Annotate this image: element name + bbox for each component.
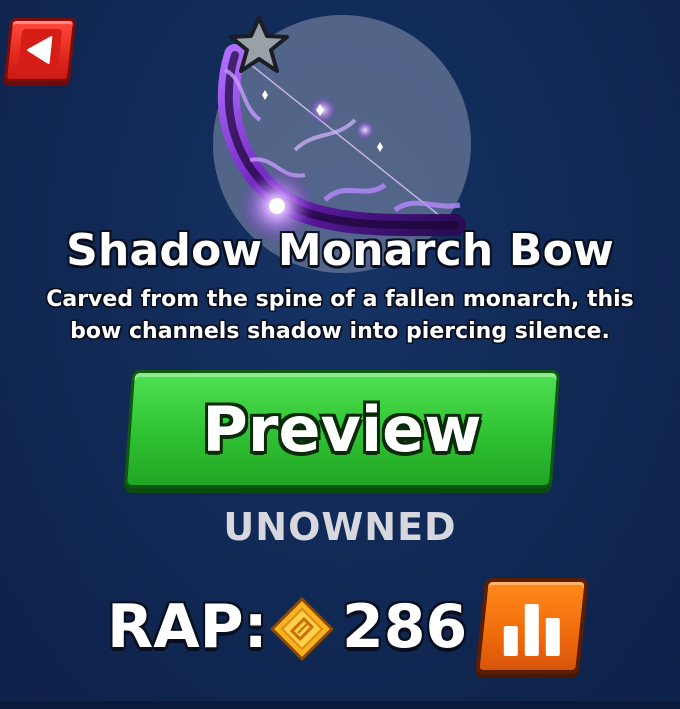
- rap-label: RAP:: [107, 592, 268, 662]
- back-arrow-icon: [26, 36, 53, 64]
- bar-chart-icon: [503, 604, 560, 656]
- coin-icon: [270, 597, 334, 661]
- item-title: Shadow Monarch Bow: [66, 225, 614, 276]
- stats-button[interactable]: [474, 578, 590, 674]
- back-button[interactable]: [3, 18, 77, 82]
- preview-button[interactable]: Preview: [123, 370, 561, 488]
- rap-value: 286: [342, 592, 468, 662]
- ownership-status: UNOWNED: [223, 505, 457, 549]
- bottom-strip: [0, 701, 680, 709]
- preview-button-label: Preview: [202, 393, 482, 466]
- star-icon[interactable]: [227, 14, 291, 76]
- item-description: Carved from the spine of a fallen monarc…: [46, 287, 634, 344]
